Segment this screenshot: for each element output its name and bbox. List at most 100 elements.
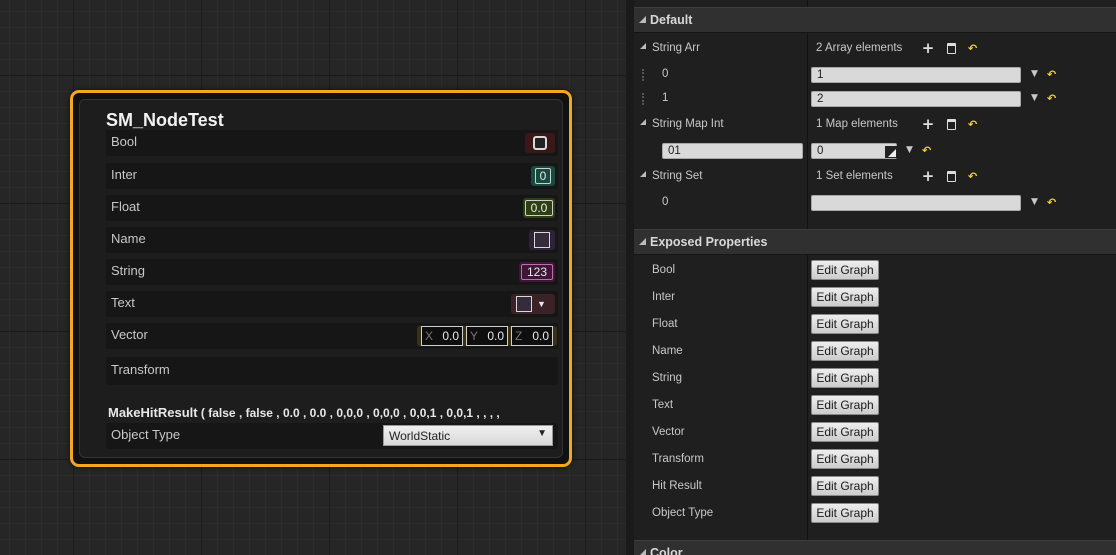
expand-triangle-icon[interactable] <box>640 171 646 177</box>
pin-row-float: Float 0.0 <box>106 195 558 221</box>
element-index: 0 <box>662 68 669 80</box>
map-key-field[interactable]: 01 <box>662 143 803 159</box>
int-value-field[interactable]: 0 <box>535 168 551 184</box>
pin-label: Inter <box>111 167 138 182</box>
exposed-row: Transform Edit Graph <box>634 447 1116 473</box>
pin-label: Object Type <box>111 427 181 442</box>
chevron-down-icon[interactable]: ▼ <box>537 299 546 309</box>
prop-label: Hit Result <box>652 480 702 492</box>
add-element-icon[interactable]: + <box>921 41 935 56</box>
pin-row-object-type: Object Type WorldStatic ▼ <box>106 423 558 449</box>
prop-label: Transform <box>652 453 704 465</box>
exposed-row: Vector Edit Graph <box>634 420 1116 446</box>
element-count: 1 Map elements <box>816 118 898 130</box>
pin-label: Vector <box>111 327 148 342</box>
name-value-field[interactable] <box>534 232 550 248</box>
prop-string-arr: String Arr 2 Array elements + ↶ <box>634 36 1116 62</box>
chevron-down-icon[interactable]: ▼ <box>1031 69 1038 79</box>
node-body: SM_NodeTest Bool Inter 0 Float 0.0 Name <box>79 99 563 458</box>
text-value-field[interactable] <box>516 296 532 312</box>
float-value-field[interactable]: 0.0 <box>525 200 553 216</box>
category-exposed-properties[interactable]: Exposed Properties <box>634 229 1116 255</box>
edit-graph-button[interactable]: Edit Graph <box>811 476 879 496</box>
string-pin: 123 <box>519 262 555 282</box>
edit-graph-button[interactable]: Edit Graph <box>811 260 879 280</box>
array-element-field[interactable]: 1 <box>811 67 1021 83</box>
object-type-value: WorldStatic <box>389 429 451 443</box>
element-index: 0 <box>662 196 669 208</box>
exposed-row: Text Edit Graph <box>634 393 1116 419</box>
reset-arrow-icon[interactable]: ↶ <box>922 144 931 157</box>
category-color[interactable]: Color <box>634 540 1116 555</box>
add-element-icon[interactable]: + <box>921 117 935 132</box>
vector-x-field[interactable]: X 0.0 <box>421 326 463 346</box>
exposed-row: Name Edit Graph <box>634 339 1116 365</box>
collapse-triangle-icon <box>639 238 646 245</box>
prop-label: Vector <box>652 426 685 438</box>
hit-result-func: MakeHitResult <box>108 405 198 420</box>
category-default[interactable]: Default <box>634 7 1116 33</box>
reset-arrow-icon[interactable]: ↶ <box>1047 92 1056 105</box>
map-element: 01 0 ▼ ↶ <box>634 138 1116 164</box>
panel-splitter[interactable] <box>626 0 634 555</box>
pin-row-string: String 123 <box>106 259 558 285</box>
edit-graph-button[interactable]: Edit Graph <box>811 449 879 469</box>
trash-icon[interactable] <box>947 170 956 182</box>
resize-handle-icon[interactable] <box>885 146 897 158</box>
exposed-row: Hit Result Edit Graph <box>634 474 1116 500</box>
edit-graph-button[interactable]: Edit Graph <box>811 368 879 388</box>
chevron-down-icon[interactable]: ▼ <box>906 145 913 155</box>
edit-graph-button[interactable]: Edit Graph <box>811 503 879 523</box>
trash-icon[interactable] <box>947 118 956 130</box>
edit-graph-button[interactable]: Edit Graph <box>811 341 879 361</box>
prop-label: Float <box>652 318 678 330</box>
object-type-select[interactable]: WorldStatic ▼ <box>383 425 553 446</box>
trash-icon[interactable] <box>947 42 956 54</box>
set-element-field[interactable] <box>811 195 1021 211</box>
string-value-field[interactable]: 123 <box>521 264 553 280</box>
reset-arrow-icon[interactable]: ↶ <box>1047 196 1056 209</box>
expand-triangle-icon[interactable] <box>640 43 646 49</box>
blueprint-node[interactable]: SM_NodeTest Bool Inter 0 Float 0.0 Name <box>70 90 572 467</box>
reset-arrow-icon[interactable]: ↶ <box>1047 68 1056 81</box>
collapse-triangle-icon <box>639 549 646 555</box>
pin-row-bool: Bool <box>106 130 558 156</box>
vector-y-field[interactable]: Y 0.0 <box>466 326 508 346</box>
vector-z-field[interactable]: Z 0.0 <box>511 326 553 346</box>
exposed-row: Object Type Edit Graph <box>634 501 1116 527</box>
edit-graph-button[interactable]: Edit Graph <box>811 314 879 334</box>
exposed-row: String Edit Graph <box>634 366 1116 392</box>
expand-triangle-icon[interactable] <box>640 119 646 125</box>
edit-graph-button[interactable]: Edit Graph <box>811 395 879 415</box>
collapse-triangle-icon <box>639 16 646 23</box>
hit-result-args: ( false , false , 0.0 , 0.0 , 0,0,0 , 0,… <box>200 406 500 420</box>
details-panel: Default String Arr 2 Array elements + ↶ … <box>634 0 1116 555</box>
category-title: Color <box>650 546 683 555</box>
prop-label: Text <box>652 399 674 411</box>
edit-graph-button[interactable]: Edit Graph <box>811 287 879 307</box>
exposed-row: Bool Edit Graph <box>634 258 1116 284</box>
prop-label: String Map Int <box>652 118 724 130</box>
array-element-field[interactable]: 2 <box>811 91 1021 107</box>
array-element: 0 1 ▼ ↶ <box>634 62 1116 88</box>
chevron-down-icon[interactable]: ▼ <box>1031 93 1038 103</box>
exposed-row: Float Edit Graph <box>634 312 1116 338</box>
element-count: 1 Set elements <box>816 170 893 182</box>
text-pin: ▼ <box>511 294 555 314</box>
element-count: 2 Array elements <box>816 42 903 54</box>
prop-string-set: String Set 1 Set elements + ↶ <box>634 164 1116 190</box>
chevron-down-icon: ▼ <box>537 428 547 439</box>
pin-label: Text <box>111 295 135 310</box>
pin-row-vector: Vector X 0.0 Y 0.0 Z 0.0 <box>106 323 558 349</box>
chevron-down-icon[interactable]: ▼ <box>1031 197 1038 207</box>
bool-checkbox[interactable] <box>533 136 547 150</box>
int-pin: 0 <box>531 166 555 186</box>
reset-arrow-icon[interactable]: ↶ <box>968 118 977 131</box>
drag-handle-icon[interactable] <box>642 93 644 105</box>
reset-arrow-icon[interactable]: ↶ <box>968 170 977 183</box>
pin-row-transform: Transform <box>106 357 558 385</box>
drag-handle-icon[interactable] <box>642 69 644 81</box>
reset-arrow-icon[interactable]: ↶ <box>968 42 977 55</box>
edit-graph-button[interactable]: Edit Graph <box>811 422 879 442</box>
add-element-icon[interactable]: + <box>921 169 935 184</box>
